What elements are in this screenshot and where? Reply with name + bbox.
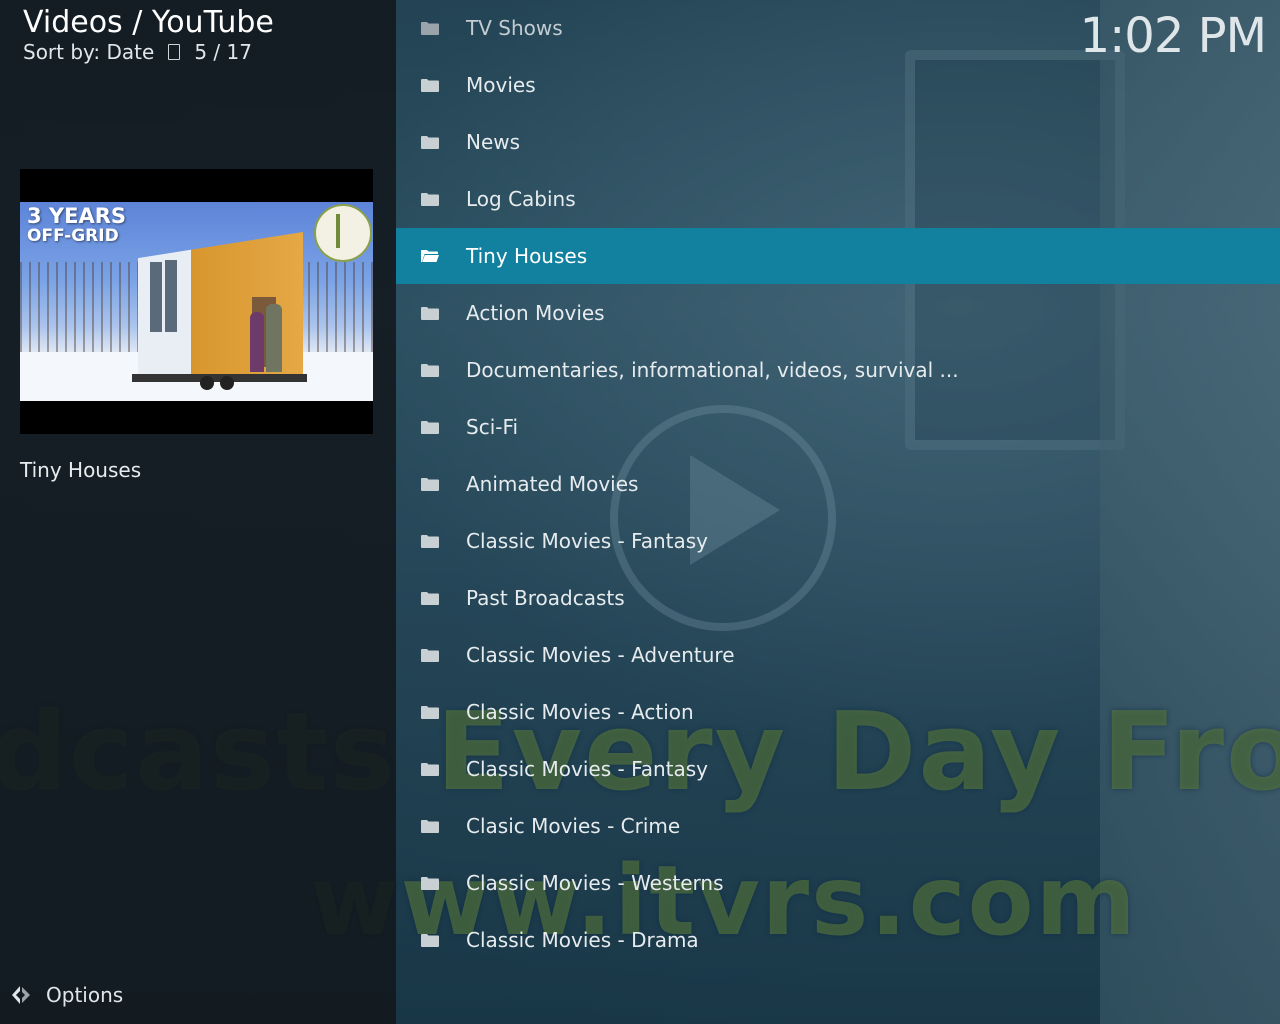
sort-label: Sort by: Date [23,40,155,64]
list-item-label: Sci-Fi [466,415,519,439]
folder-list: TV Shows Movies News Log Cabins Tiny Houses A… [396,0,1280,1024]
folder-icon [421,79,439,92]
folder-icon [421,877,439,890]
sort-info: Sort by: Date 5 / 17 [23,40,252,64]
page-title: Videos / YouTube [23,5,274,40]
list-item[interactable]: Classic Movies - Drama [396,912,1280,968]
folder-icon [421,136,439,149]
list-item[interactable]: Classic Movies - Westerns [396,855,1280,911]
list-item[interactable]: Classic Movies - Adventure [396,627,1280,683]
list-item-label: Classic Movies - Westerns [466,871,724,895]
thumbnail-image: 3 YEARS OFF-GRID [20,202,373,401]
list-item-label: News [466,130,521,154]
list-item[interactable]: Log Cabins [396,171,1280,227]
list-item[interactable]: Documentaries, informational, videos, su… [396,342,1280,398]
list-item[interactable]: Classic Movies - Action [396,684,1280,740]
list-item-label: Classic Movies - Action [466,700,694,724]
list-item[interactable]: Action Movies [396,285,1280,341]
thumbnail-headline: 3 YEARS OFF-GRID [27,204,127,247]
folder-icon [421,22,439,35]
folder-icon [421,478,439,491]
channel-logo [314,204,372,262]
list-item-label: Classic Movies - Fantasy [466,757,709,781]
options-button[interactable]: Options [10,983,123,1007]
folder-icon [421,934,439,947]
list-item[interactable]: Past Broadcasts [396,570,1280,626]
list-item-label: Past Broadcasts [466,586,625,610]
sort-direction-icon [168,44,181,60]
folder-icon [421,421,439,434]
list-item-label: TV Shows [466,16,563,40]
folder-icon [421,592,439,605]
list-item-label: Tiny Houses [466,244,588,268]
list-item[interactable]: Classic Movies - Fantasy [396,513,1280,569]
list-item[interactable]: Animated Movies [396,456,1280,512]
item-position: 5 / 17 [194,40,252,64]
info-panel: Videos / YouTube Sort by: Date 5 / 17 3 … [0,0,396,1024]
folder-icon [421,763,439,776]
folder-icon [421,364,439,377]
list-item-label: Log Cabins [466,187,576,211]
list-item[interactable]: Clasic Movies - Crime [396,798,1280,854]
folder-icon [421,193,439,206]
list-item-label: Animated Movies [466,472,639,496]
list-item-label: Classic Movies - Adventure [466,643,735,667]
list-item-label: Action Movies [466,301,605,325]
list-item-label: Classic Movies - Drama [466,928,699,952]
list-item-label: Classic Movies - Fantasy [466,529,709,553]
options-label: Options [46,983,124,1007]
folder-open-icon [421,250,439,262]
list-item-label: Movies [466,73,536,97]
options-icon [12,986,30,1004]
folder-icon [421,649,439,662]
folder-icon [421,820,439,833]
thumbnail-frame: 3 YEARS OFF-GRID [20,169,373,434]
signpost-icon [336,214,340,248]
list-item[interactable]: TV Shows [396,0,1280,56]
list-item[interactable]: News [396,114,1280,170]
folder-icon [421,307,439,320]
list-item-label: Documentaries, informational, videos, su… [466,358,959,382]
focused-item-title: Tiny Houses [20,458,142,482]
folder-icon [421,706,439,719]
list-item[interactable]: Movies [396,57,1280,113]
list-item-label: Clasic Movies - Crime [466,814,681,838]
list-item[interactable]: Sci-Fi [396,399,1280,455]
list-item[interactable]: Classic Movies - Fantasy [396,741,1280,797]
list-item[interactable]: Tiny Houses [396,228,1280,284]
folder-icon [421,535,439,548]
